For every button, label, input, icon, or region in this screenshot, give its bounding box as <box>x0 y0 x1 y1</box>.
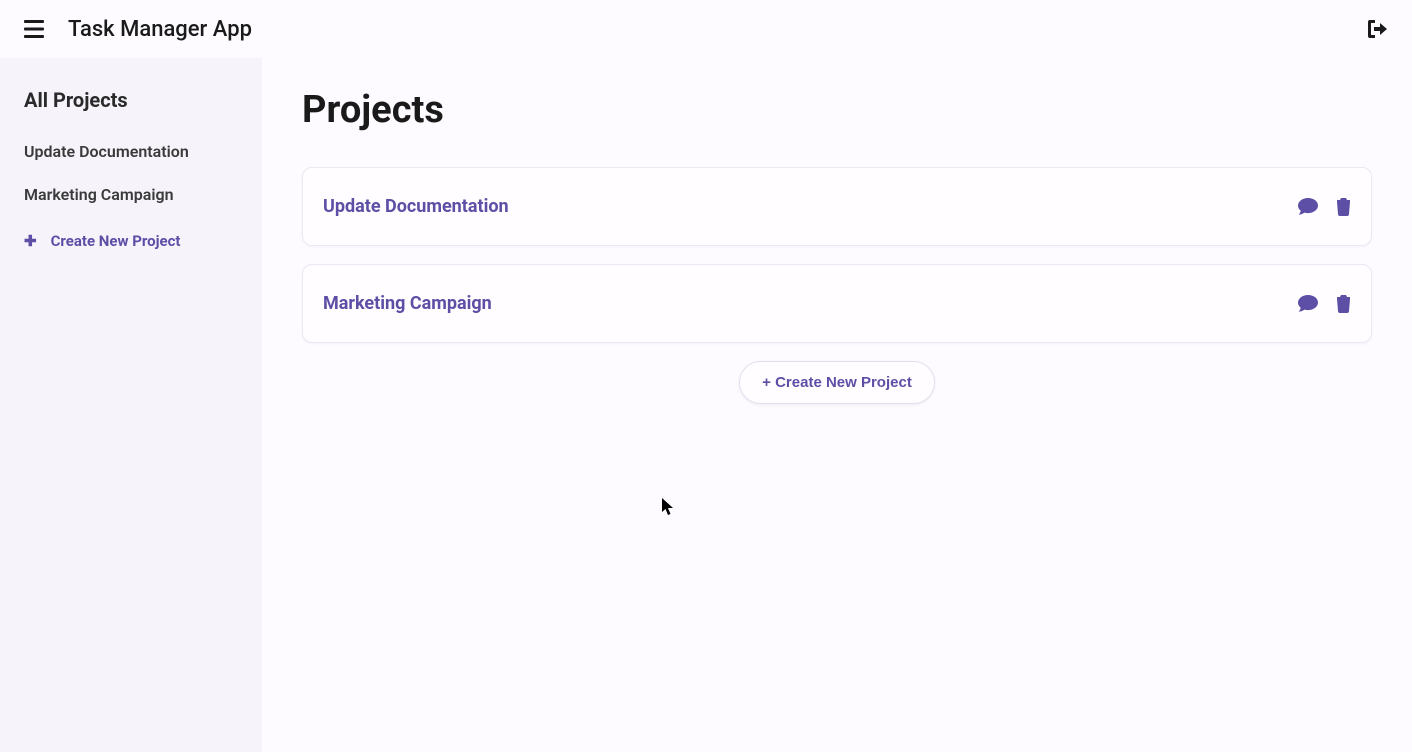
trash-icon[interactable] <box>1336 295 1351 313</box>
app-title: Task Manager App <box>68 17 252 42</box>
sidebar-create-label: Create New Project <box>51 232 181 250</box>
project-card: Marketing Campaign <box>302 264 1372 343</box>
sidebar-title: All Projects <box>24 88 238 112</box>
project-list: Update Documentation Marketing Ca <box>302 167 1372 343</box>
project-card: Update Documentation <box>302 167 1372 246</box>
sidebar-create-project[interactable]: ✚ Create New Project <box>24 232 238 250</box>
sidebar: All Projects Update Documentation Market… <box>0 58 262 752</box>
project-card-actions <box>1298 295 1351 313</box>
topbar: Task Manager App <box>0 0 1412 58</box>
logout-icon[interactable] <box>1368 20 1388 38</box>
project-card-actions <box>1298 198 1351 216</box>
layout: All Projects Update Documentation Market… <box>0 58 1412 752</box>
main: Projects Update Documentation <box>262 58 1412 752</box>
comment-icon[interactable] <box>1298 198 1318 216</box>
plus-icon: ✚ <box>24 234 37 249</box>
sidebar-item-project[interactable]: Update Documentation <box>24 142 238 161</box>
menu-icon[interactable] <box>24 20 44 38</box>
project-card-title[interactable]: Marketing Campaign <box>323 293 492 314</box>
sidebar-item-project[interactable]: Marketing Campaign <box>24 185 238 204</box>
comment-icon[interactable] <box>1298 295 1318 313</box>
topbar-left: Task Manager App <box>24 17 252 42</box>
page-title: Projects <box>302 88 1372 132</box>
create-button-wrap: + Create New Project <box>302 361 1372 404</box>
project-card-title[interactable]: Update Documentation <box>323 196 509 217</box>
trash-icon[interactable] <box>1336 198 1351 216</box>
create-project-button[interactable]: + Create New Project <box>739 361 935 404</box>
